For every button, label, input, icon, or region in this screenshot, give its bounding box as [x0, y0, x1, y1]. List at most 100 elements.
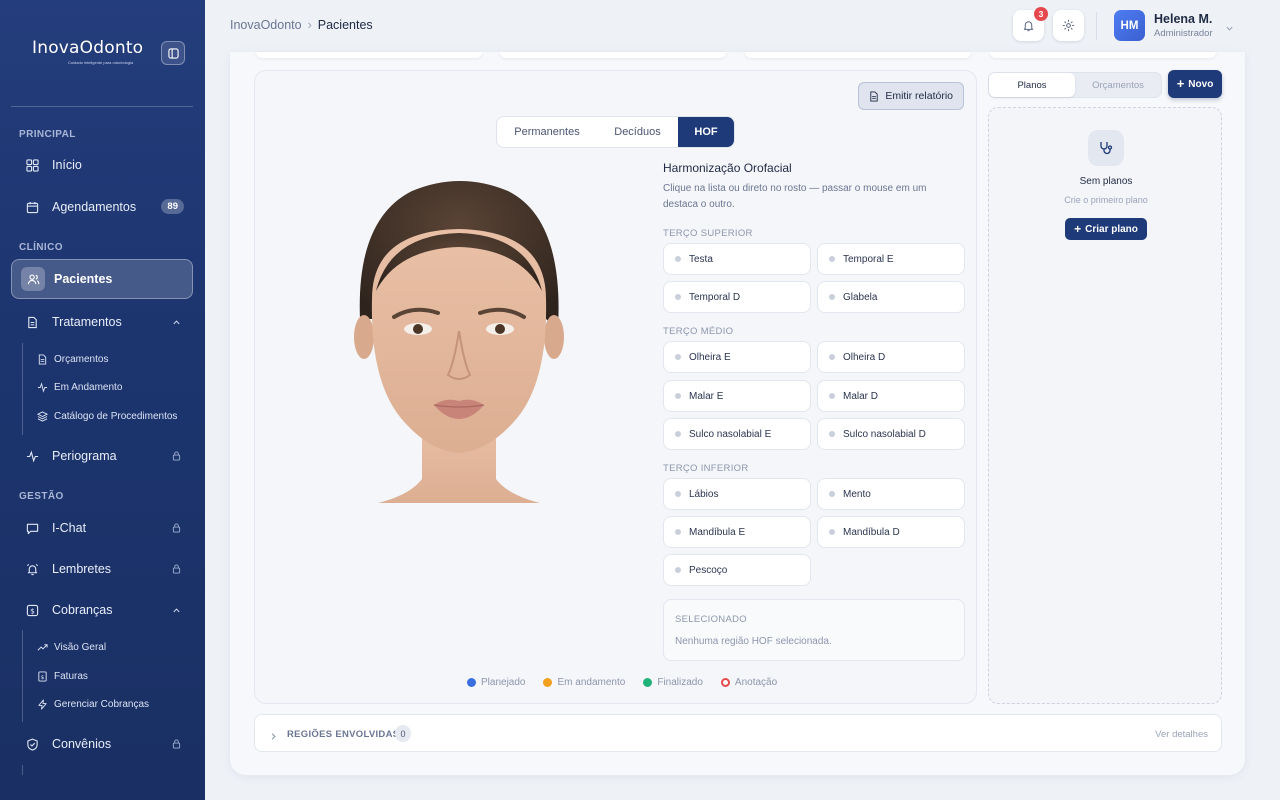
sidebar-item-convenios[interactable]: Convênios [11, 725, 193, 763]
sidebar-item-label: Início [52, 158, 82, 172]
region-temporal-e[interactable]: Temporal E [817, 243, 965, 275]
sidebar-item-cobrancas[interactable]: $ Cobranças [11, 591, 193, 629]
new-plan-button[interactable]: + Novo [1168, 70, 1222, 98]
sidebar-subitem-visao-geral[interactable]: Visão Geral [37, 642, 106, 653]
view-details-link[interactable]: Ver detalhes [1155, 729, 1208, 740]
sidebar: InovaOdonto Cuidado inteligente para odo… [0, 0, 205, 800]
region-label: Mento [843, 488, 871, 500]
region-olheira-e[interactable]: Olheira E [663, 341, 811, 373]
users-icon [21, 267, 45, 291]
submenu-line [22, 343, 23, 435]
sidebar-item-label: Tratamentos [52, 315, 122, 329]
status-dot [675, 256, 681, 262]
notifications-button[interactable]: 3 [1013, 7, 1048, 41]
region-malar-d[interactable]: Malar D [817, 380, 965, 412]
region-testa[interactable]: Testa [663, 243, 811, 275]
region-mento[interactable]: Mento [817, 478, 965, 510]
sidebar-item-ichat[interactable]: I-Chat [11, 509, 193, 547]
svg-text:$: $ [30, 606, 35, 615]
sidebar-item-label: Convênios [52, 737, 112, 751]
legend-label: Anotação [734, 677, 778, 688]
region-olheira-d[interactable]: Olheira D [817, 341, 965, 373]
region-mandibula-d[interactable]: Mandíbula D [817, 516, 965, 548]
sidebar-subitem-orcamentos[interactable]: Orçamentos [37, 354, 108, 365]
brand-logo[interactable]: InovaOdonto Cuidado inteligente para odo… [32, 38, 143, 68]
tab-deciduos[interactable]: Decíduos [597, 117, 678, 147]
segment-planos[interactable]: Planos [989, 73, 1075, 97]
lock-icon [170, 450, 182, 462]
sidebar-item-tratamentos[interactable]: Tratamentos [11, 303, 193, 341]
sidebar-subitem-gerenciar-cobrancas[interactable]: Gerenciar Cobranças [37, 699, 149, 710]
region-malar-e[interactable]: Malar E [663, 380, 811, 412]
subitem-label: Em Andamento [54, 382, 123, 393]
sidebar-item-inicio[interactable]: Início [11, 146, 193, 184]
region-glabela[interactable]: Glabela [817, 281, 965, 313]
lock-icon [170, 522, 182, 534]
sidebar-item-periograma[interactable]: Periograma [11, 437, 193, 475]
region-sulco-nasolabial-e[interactable]: Sulco nasolabial E [663, 418, 811, 450]
breadcrumb-current: Pacientes [317, 18, 373, 32]
sidebar-subitem-catalogo[interactable]: Catálogo de Procedimentos [37, 411, 177, 422]
section-clinico: CLÍNICO [19, 242, 63, 253]
user-name[interactable]: Helena M. [1154, 12, 1212, 26]
sidebar-item-pacientes[interactable]: Pacientes [11, 259, 193, 299]
create-plan-button[interactable]: + Criar plano [1065, 218, 1147, 240]
region-labios[interactable]: Lábios [663, 478, 811, 510]
subitem-label: Gerenciar Cobranças [54, 699, 150, 710]
region-mandibula-e[interactable]: Mandíbula E [663, 516, 811, 548]
group-label-inferior: TERÇO INFERIOR [663, 463, 749, 474]
group-label-medio: TERÇO MÉDIO [663, 326, 734, 337]
avatar[interactable]: HM [1114, 10, 1145, 41]
gear-icon [1062, 19, 1075, 32]
status-legend: Planejado Em andamento Finalizado Anotaç… [467, 677, 795, 688]
dentition-tabs: Permanentes Decíduos HOF [496, 116, 735, 148]
region-label: Mandíbula E [689, 526, 746, 538]
sidebar-item-label: Cobranças [52, 603, 113, 617]
emit-report-button[interactable]: Emitir relatório [858, 82, 964, 110]
hof-title: Harmonização Orofacial [663, 161, 792, 175]
status-dot [675, 567, 681, 573]
region-label: Olheira E [689, 351, 731, 363]
face-map[interactable] [350, 179, 568, 503]
chevron-right-icon [269, 728, 278, 746]
section-principal: PRINCIPAL [19, 129, 76, 140]
status-dot [829, 529, 835, 535]
region-label: Malar E [689, 390, 724, 402]
trending-up-icon [37, 642, 48, 653]
legend-em-andamento: Em andamento [543, 677, 625, 688]
face-region-ear-left [354, 315, 374, 359]
activity-icon [37, 382, 48, 393]
tab-hof[interactable]: HOF [678, 117, 734, 147]
region-sulco-nasolabial-d[interactable]: Sulco nasolabial D [817, 418, 965, 450]
segment-orcamentos[interactable]: Orçamentos [1075, 73, 1161, 97]
region-label: Sulco nasolabial E [689, 428, 772, 440]
lock-icon [170, 738, 182, 750]
chevron-down-icon[interactable] [1225, 20, 1234, 38]
involved-regions-bar[interactable]: REGIÕES ENVOLVIDAS 0 Ver detalhes [254, 714, 1222, 752]
notification-count-badge: 3 [1034, 7, 1048, 21]
region-label: Lábios [689, 488, 719, 500]
breadcrumb-root[interactable]: InovaOdonto [230, 18, 302, 32]
region-pescoco[interactable]: Pescoço [663, 554, 811, 586]
sidebar-item-lembretes[interactable]: Lembretes [11, 550, 193, 588]
group-label-superior: TERÇO SUPERIOR [663, 228, 753, 239]
settings-button[interactable] [1053, 10, 1084, 41]
topbar: InovaOdonto › Pacientes 3 HM Helena M. Adm… [205, 0, 1280, 52]
region-temporal-d[interactable]: Temporal D [663, 281, 811, 313]
submenu-line [22, 630, 23, 722]
sidebar-item-label: Agendamentos [52, 200, 137, 214]
region-label: Glabela [843, 291, 878, 303]
pulse-icon [25, 449, 39, 463]
bell-icon [1023, 21, 1034, 32]
legend-label: Em andamento [557, 677, 626, 688]
sidebar-item-agendamentos[interactable]: Agendamentos 89 [11, 188, 193, 226]
document-icon [25, 315, 39, 329]
collapse-sidebar-button[interactable] [161, 41, 185, 65]
shield-icon [25, 737, 39, 751]
plans-empty-state: Sem planos Crie o primeiro plano + Criar… [988, 107, 1222, 704]
tab-permanentes[interactable]: Permanentes [497, 117, 597, 147]
sidebar-subitem-em-andamento[interactable]: Em Andamento [37, 382, 122, 393]
alarm-icon [25, 562, 39, 576]
sidebar-subitem-faturas[interactable]: $ Faturas [37, 671, 88, 682]
main-content: Emitir relatório Permanentes Decíduos HO… [230, 52, 1245, 775]
